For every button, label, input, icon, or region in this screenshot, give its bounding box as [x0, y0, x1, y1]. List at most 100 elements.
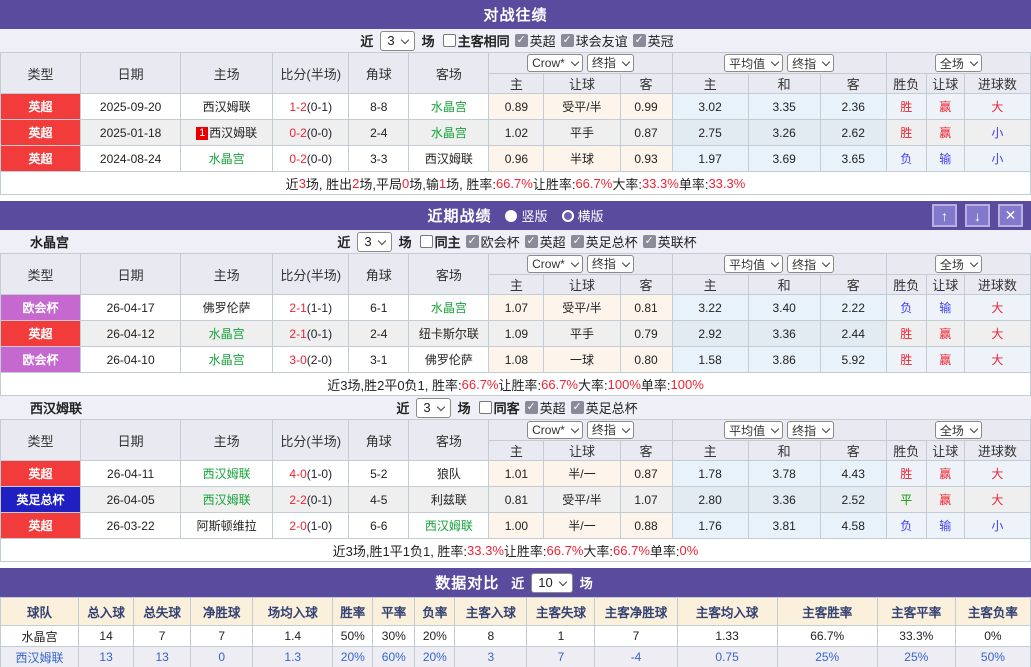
column-header: 主客胜率	[776, 597, 878, 626]
column-header: 类型	[0, 253, 82, 295]
result-goals-cell: 小	[963, 145, 1031, 172]
bookmaker-select[interactable]: Crow*	[527, 255, 583, 274]
odds-stage-select[interactable]: 终指	[586, 420, 634, 439]
near-label: 近	[396, 401, 410, 416]
league-filter-checkbox[interactable]: ✓	[514, 34, 528, 47]
league-filter-label: 英联杯	[657, 235, 697, 250]
move-up-button[interactable]: ↑	[932, 204, 957, 227]
score-cell: 2-1(1-1)	[272, 294, 350, 321]
chevron-down-icon	[770, 57, 780, 67]
compare-title: 数据对比	[435, 575, 500, 592]
recent-count-select[interactable]: 3	[416, 397, 451, 418]
compare-count-select[interactable]: 10	[531, 572, 573, 593]
chevron-down-icon	[969, 258, 979, 268]
match-row: 英超 26-03-22 阿斯顿维拉 2-0(1-0) 6-6 西汉姆联 1.00 半/一 0.8…	[0, 512, 1031, 539]
stat-cell: 50%	[954, 646, 1031, 667]
score-cell: 4-0(1-0)	[272, 460, 350, 487]
scope-select[interactable]: 全场	[934, 421, 982, 439]
odds-home-cell: 1.09	[488, 320, 545, 347]
result-handicap-cell: 赢	[925, 460, 965, 487]
column-header: 主	[488, 274, 545, 295]
stat-cell: 1.3	[252, 646, 334, 667]
horizontal-layout-radio[interactable]	[561, 209, 574, 222]
stat-cell: 1.4	[252, 625, 334, 647]
column-header: 客场	[408, 419, 490, 461]
odds-home-cell: 1.01	[488, 460, 545, 487]
summary-segment: 场, 胜率:	[446, 176, 496, 192]
average-select[interactable]: 平均值	[724, 421, 784, 439]
same-venue-checkbox[interactable]	[419, 235, 433, 248]
league-filter-label: 英足总杯	[585, 401, 638, 416]
result-handicap-cell: 输	[925, 145, 965, 172]
score-cell: 2-1(0-1)	[272, 320, 350, 347]
column-header: 胜负	[885, 440, 927, 461]
west-ham-filter-row: 西汉姆联 近 3 场同客 ✓ 英超 ✓ 英足总杯	[0, 396, 1031, 419]
odds-stage-select[interactable]: 终指	[787, 421, 835, 439]
column-header: 客场	[408, 52, 490, 94]
odds-stage-select[interactable]: 终指	[586, 53, 634, 72]
summary-segment: 大率:	[612, 176, 642, 192]
scope-select[interactable]: 全场	[934, 54, 982, 72]
odds-away-cell: 0.87	[619, 119, 673, 146]
column-header: 进球数	[963, 73, 1031, 94]
recent-count-select[interactable]: 3	[357, 231, 392, 252]
stat-cell: 13	[78, 646, 135, 667]
average-select[interactable]: 平均值	[724, 255, 784, 273]
same-venue-checkbox[interactable]	[478, 401, 492, 414]
scope-select[interactable]: 全场	[934, 255, 982, 273]
average-select[interactable]: 平均值	[724, 54, 784, 72]
league-filter-label: 球会友谊	[575, 34, 628, 49]
away-team-cell: 佛罗伦萨	[408, 346, 490, 373]
bookmaker-select[interactable]: Crow*	[527, 54, 583, 73]
odds-group-header: Crow* 终指	[488, 253, 673, 275]
league-filter-checkbox[interactable]: ✓	[524, 235, 538, 248]
games-label: 场	[457, 401, 471, 416]
league-filter-label: 英超	[539, 401, 566, 416]
bookmaker-select[interactable]: Crow*	[527, 421, 583, 440]
chevron-down-icon	[400, 35, 409, 44]
league-filter-checkbox[interactable]: ✓	[632, 34, 646, 47]
league-filter-checkbox[interactable]: ✓	[465, 235, 479, 248]
same-venue-checkbox[interactable]	[442, 34, 456, 47]
odds-stage-select[interactable]: 终指	[787, 54, 835, 72]
result-outcome-cell: 胜	[885, 119, 927, 146]
match-row: 英超 26-04-11 西汉姆联 4-0(1-0) 5-2 狼队 1.01 半/一 0.87 1.…	[0, 460, 1031, 487]
summary-segment: 33.3%	[467, 542, 504, 558]
league-filter-checkbox[interactable]: ✓	[524, 401, 538, 414]
h2h-table: 类型 日期 主场 比分(半场) 角球 客场 Crow* 终指 平均值 终指 全场主让球客主和客胜负让…	[0, 52, 1031, 172]
odds-away-cell: 0.93	[619, 145, 673, 172]
date-cell: 2025-09-20	[80, 93, 182, 120]
result-handicap-cell: 赢	[925, 346, 965, 373]
result-outcome-cell: 胜	[885, 460, 927, 487]
match-row: 英超 2024-08-24 水晶宫 0-2(0-0) 3-3 西汉姆联 0.96 半球 0.93…	[0, 145, 1031, 172]
league-filter-label: 英超	[529, 34, 556, 49]
summary-segment: 让胜率:	[532, 176, 576, 192]
odds-stage-select[interactable]: 终指	[787, 255, 835, 273]
column-header: 客	[819, 440, 887, 461]
close-button[interactable]: ✕	[998, 204, 1023, 227]
league-filter-checkbox[interactable]: ✓	[560, 34, 574, 47]
chevron-down-icon	[621, 57, 631, 66]
column-header: 平率	[372, 597, 416, 626]
avg-home-cell: 2.75	[671, 119, 749, 146]
chevron-down-icon	[621, 258, 631, 267]
recent-count-select[interactable]: 3	[380, 30, 415, 51]
odds-home-cell: 1.08	[488, 346, 545, 373]
score-cell: 1-2(0-1)	[272, 93, 350, 120]
column-header: 让球	[925, 73, 965, 94]
league-filter-checkbox[interactable]: ✓	[570, 235, 584, 248]
summary-segment: 场,输	[409, 176, 439, 192]
compare-near-label: 近	[511, 576, 525, 591]
league-filter-checkbox[interactable]: ✓	[570, 401, 584, 414]
vertical-layout-radio[interactable]	[505, 209, 518, 222]
league-filter-checkbox[interactable]: ✓	[642, 235, 656, 248]
league-badge: 欧会杯	[0, 346, 82, 373]
away-team-cell: 西汉姆联	[408, 145, 490, 172]
handicap-cell: 平手	[543, 119, 621, 146]
move-down-button[interactable]: ↓	[965, 204, 990, 227]
result-outcome-cell: 胜	[885, 93, 927, 120]
odds-stage-select[interactable]: 终指	[586, 254, 634, 273]
column-header: 胜率	[332, 597, 374, 626]
odds-away-cell: 0.88	[619, 512, 673, 539]
odds-away-cell: 0.79	[619, 320, 673, 347]
